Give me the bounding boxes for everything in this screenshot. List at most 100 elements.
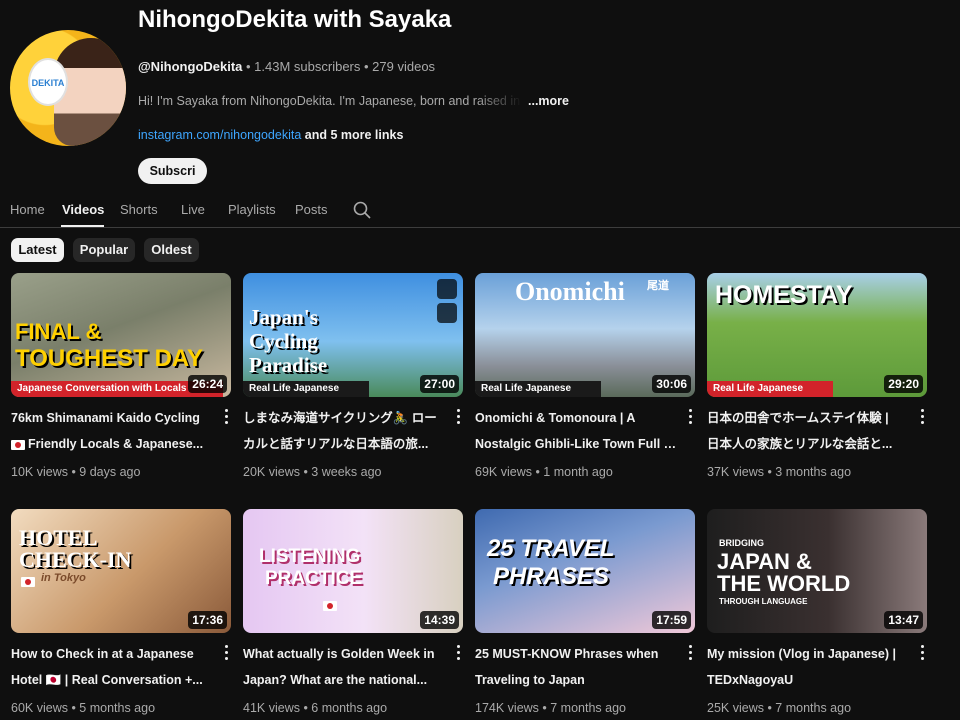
- thumbnail-text: CHECK-IN: [19, 547, 132, 572]
- video-title-line: Friendly Locals & Japanese...: [11, 431, 213, 457]
- video-thumbnail[interactable]: HOMESTAY Real Life Japanese 29:20: [707, 273, 927, 397]
- channel-links: instagram.com/nihongodekita and 5 more l…: [138, 128, 403, 142]
- subscribe-button[interactable]: Subscri: [138, 158, 207, 184]
- search-icon[interactable]: [352, 200, 372, 220]
- video-duration: 29:20: [884, 375, 923, 393]
- tab-posts[interactable]: Posts: [295, 202, 328, 217]
- channel-title: NihongoDekita with Sayaka: [138, 6, 452, 33]
- channel-stats: • 1.43M subscribers • 279 videos: [242, 59, 436, 74]
- video-title[interactable]: My mission (Vlog in Japanese) | TEDxNago…: [707, 641, 909, 693]
- video-title-line: 76km Shimanami Kaido Cycling: [11, 411, 200, 425]
- video-thumbnail[interactable]: BRIDGING JAPAN & THE WORLD THROUGH LANGU…: [707, 509, 927, 633]
- thumbnail-text: JAPAN &: [717, 549, 812, 574]
- video-title-line: 日本の田舎でホームステイ体験 |: [707, 411, 889, 425]
- video-card[interactable]: BRIDGING JAPAN & THE WORLD THROUGH LANGU…: [707, 509, 929, 715]
- active-tab-underline: [61, 225, 104, 227]
- video-thumbnail[interactable]: FINAL & TOUGHEST DAY Japanese Conversati…: [11, 273, 231, 397]
- thumbnail-banner: Real Life Japanese: [475, 381, 601, 397]
- thumbnail-text: Paradise: [249, 353, 328, 377]
- more-options-icon[interactable]: [687, 407, 693, 425]
- video-thumbnail[interactable]: 25 TRAVEL PHRASES 17:59: [475, 509, 695, 633]
- channel-avatar[interactable]: DEKITA: [10, 30, 126, 146]
- video-title-line: 日本人の家族とリアルな会話と...: [707, 437, 893, 451]
- more-options-icon[interactable]: [455, 407, 461, 425]
- japan-flag-icon: [21, 573, 38, 591]
- thumbnail-banner: Real Life Japanese: [243, 381, 369, 397]
- video-meta: 174K views • 7 months ago: [475, 701, 626, 715]
- more-options-icon[interactable]: [223, 407, 229, 425]
- description-text: Hi! I'm Sayaka from NihongoDekita. I'm J…: [138, 94, 521, 108]
- video-title[interactable]: What actually is Golden Week in Japan? W…: [243, 641, 445, 693]
- thumbnail-subtext: 尾道: [647, 280, 669, 292]
- thumbnail-text: PRACTICE: [265, 568, 363, 589]
- video-thumbnail[interactable]: Onomichi 尾道 Real Life Japanese 30:06: [475, 273, 695, 397]
- video-duration: 13:47: [884, 611, 923, 629]
- video-card[interactable]: 25 TRAVEL PHRASES 17:59 25 MUST-KNOW Phr…: [475, 509, 697, 715]
- video-duration: 17:36: [188, 611, 227, 629]
- video-duration: 17:59: [652, 611, 691, 629]
- video-thumbnail[interactable]: LISTENING PRACTICE 14:39: [243, 509, 463, 633]
- video-title-line: しまなみ海道サイクリング🚴 ロー: [243, 411, 437, 425]
- video-title-line: Traveling to Japan: [475, 673, 585, 687]
- video-title-line: TEDxNagoyaU: [707, 673, 794, 687]
- thumbnail-subtext: in Tokyo: [41, 572, 86, 584]
- tab-live[interactable]: Live: [181, 202, 205, 217]
- video-title[interactable]: 25 MUST-KNOW Phrases when Traveling to J…: [475, 641, 677, 693]
- chip-oldest[interactable]: Oldest: [144, 238, 199, 262]
- thumbnail-subtext: BRIDGING: [719, 538, 764, 548]
- video-title-line: カルと話すリアルな日本語の旅...: [243, 437, 429, 451]
- video-title-line: How to Check in at a Japanese: [11, 647, 194, 661]
- video-card[interactable]: HOMESTAY Real Life Japanese 29:20 日本の田舎で…: [707, 273, 929, 479]
- video-title[interactable]: しまなみ海道サイクリング🚴 ロー カルと話すリアルな日本語の旅...: [243, 405, 445, 457]
- thumbnail-text: HOMESTAY: [715, 281, 853, 309]
- video-duration: 30:06: [652, 375, 691, 393]
- japan-flag-icon: [11, 439, 25, 450]
- more-links-button[interactable]: and 5 more links: [301, 128, 404, 142]
- video-title-text: Friendly Locals & Japanese...: [28, 437, 204, 451]
- channel-meta: @NihongoDekita • 1.43M subscribers • 279…: [138, 59, 435, 74]
- tab-home[interactable]: Home: [10, 202, 45, 217]
- video-title[interactable]: Onomichi & Tomonoura | A Nostalgic Ghibl…: [475, 405, 677, 457]
- video-title-line: My mission (Vlog in Japanese) |: [707, 647, 896, 661]
- thumbnail-text: PHRASES: [493, 563, 610, 590]
- video-card[interactable]: FINAL & TOUGHEST DAY Japanese Conversati…: [11, 273, 233, 479]
- video-meta: 37K views • 3 months ago: [707, 465, 852, 479]
- more-options-icon[interactable]: [687, 643, 693, 661]
- more-options-icon[interactable]: [919, 643, 925, 661]
- instagram-link[interactable]: instagram.com/nihongodekita: [138, 128, 301, 142]
- more-options-icon[interactable]: [919, 407, 925, 425]
- thumbnail-text: THE WORLD: [717, 571, 851, 596]
- thumbnail-text: 25 TRAVEL: [487, 535, 615, 562]
- video-title[interactable]: 76km Shimanami Kaido Cycling Friendly Lo…: [11, 405, 213, 457]
- video-card[interactable]: HOTEL CHECK-IN in Tokyo 17:36 How to Che…: [11, 509, 233, 715]
- channel-handle: @NihongoDekita: [138, 59, 243, 74]
- video-title-line: Onomichi & Tomonoura | A: [475, 411, 636, 425]
- video-title[interactable]: 日本の田舎でホームステイ体験 | 日本人の家族とリアルな会話と...: [707, 405, 909, 457]
- channel-description[interactable]: Hi! I'm Sayaka from NihongoDekita. I'm J…: [138, 94, 578, 108]
- tab-shorts[interactable]: Shorts: [120, 202, 158, 217]
- video-card[interactable]: Japan's Cycling Paradise Real Life Japan…: [243, 273, 465, 479]
- thumbnail-text: FINAL &: [15, 319, 102, 344]
- video-thumbnail[interactable]: HOTEL CHECK-IN in Tokyo 17:36: [11, 509, 231, 633]
- thumbnail-text: Onomichi: [515, 277, 625, 306]
- more-options-icon[interactable]: [223, 643, 229, 661]
- video-card[interactable]: LISTENING PRACTICE 14:39 What actually i…: [243, 509, 465, 715]
- video-duration: 14:39: [420, 611, 459, 629]
- chip-latest[interactable]: Latest: [11, 238, 64, 262]
- thumbnail-banner: Real Life Japanese: [707, 381, 833, 397]
- video-meta: 20K views • 3 weeks ago: [243, 465, 382, 479]
- more-options-icon[interactable]: [455, 643, 461, 661]
- video-title[interactable]: How to Check in at a Japanese Hotel 🇯🇵 |…: [11, 641, 213, 693]
- video-thumbnail[interactable]: Japan's Cycling Paradise Real Life Japan…: [243, 273, 463, 397]
- chip-popular[interactable]: Popular: [73, 238, 135, 262]
- video-card[interactable]: Onomichi 尾道 Real Life Japanese 30:06 Ono…: [475, 273, 697, 479]
- description-more-button[interactable]: ...more: [528, 94, 569, 108]
- tab-playlists[interactable]: Playlists: [228, 202, 276, 217]
- tab-videos[interactable]: Videos: [62, 202, 104, 217]
- video-title-line: What actually is Golden Week in: [243, 647, 435, 661]
- video-duration: 27:00: [420, 375, 459, 393]
- thumbnail-text: Cycling: [249, 329, 318, 353]
- video-title-line: 25 MUST-KNOW Phrases when: [475, 647, 659, 661]
- clock-icon[interactable]: [437, 279, 457, 299]
- queue-icon[interactable]: [437, 303, 457, 323]
